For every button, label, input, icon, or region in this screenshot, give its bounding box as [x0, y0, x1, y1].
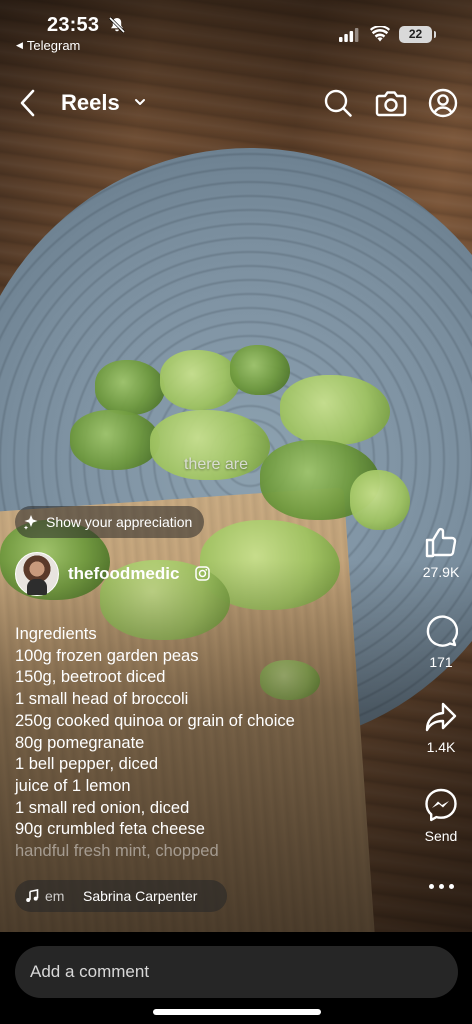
- share-icon: [425, 702, 457, 732]
- appreciation-label: Show your appreciation: [46, 514, 193, 530]
- broccoli-piece: [95, 360, 165, 415]
- description-line: 1 bell pepper, diced: [15, 755, 159, 774]
- description-line: Ingredients: [15, 625, 97, 643]
- messenger-icon: [425, 788, 457, 822]
- like-count: 27.9K: [422, 564, 460, 580]
- broccoli-piece: [160, 350, 240, 410]
- mute-icon: [108, 16, 126, 34]
- music-note-icon: [26, 889, 39, 902]
- description-line: handful fresh mint, chopped: [15, 842, 219, 861]
- broccoli-piece: [230, 345, 290, 395]
- broccoli-piece: [280, 375, 390, 445]
- broccoli-piece: [350, 470, 410, 530]
- show-appreciation-button[interactable]: Show your appreciation: [15, 506, 205, 538]
- send-label: Send: [424, 828, 458, 844]
- page-title[interactable]: Reels: [61, 90, 120, 116]
- like-button[interactable]: 27.9K: [411, 526, 471, 580]
- description-line: 150g, beetroot diced: [15, 668, 166, 687]
- more-icon[interactable]: [411, 876, 471, 896]
- home-indicator[interactable]: [153, 1009, 321, 1015]
- reel-description[interactable]: Ingredients 100g frozen garden peas 150g…: [15, 624, 375, 863]
- description-line: 100g frozen garden peas: [15, 646, 199, 665]
- description-line: 250g cooked quinoa or grain of choice: [15, 711, 295, 730]
- comment-input[interactable]: Add a comment: [15, 946, 458, 998]
- send-button[interactable]: Send: [411, 788, 471, 844]
- more-dot: [438, 883, 444, 889]
- chevron-down-icon[interactable]: [134, 97, 146, 107]
- username[interactable]: thefoodmedic: [68, 564, 179, 584]
- description-line: 90g crumbled feta cheese: [15, 820, 205, 839]
- more-dot: [448, 883, 454, 889]
- description-line: 1 small red onion, diced: [15, 798, 190, 817]
- comment-button[interactable]: 171: [411, 614, 471, 670]
- instagram-icon: [195, 566, 210, 581]
- music-attribution[interactable]: em Sabrina Carpenter: [15, 880, 227, 912]
- profile-icon[interactable]: [428, 88, 458, 118]
- battery-indicator: 22: [399, 26, 432, 43]
- status-time: 23:53: [47, 14, 100, 36]
- share-button[interactable]: 1.4K: [411, 701, 471, 755]
- battery-tip: [434, 31, 436, 38]
- wifi-icon: [370, 26, 390, 42]
- comment-count: 171: [429, 654, 453, 670]
- search-icon[interactable]: [323, 88, 353, 118]
- description-line: juice of 1 lemon: [15, 776, 131, 795]
- more-dot: [428, 883, 434, 889]
- share-count: 1.4K: [426, 739, 456, 755]
- camera-icon[interactable]: [375, 88, 407, 118]
- thumbs-up-icon: [425, 527, 457, 558]
- sparkle-icon: [23, 515, 38, 530]
- music-artist: Sabrina Carpenter: [83, 888, 198, 904]
- music-track: em: [45, 888, 65, 904]
- description-line: 80g pomegranate: [15, 733, 145, 752]
- description-line: 1 small head of broccoli: [15, 690, 189, 709]
- video-caption: there are: [183, 456, 249, 473]
- back-app-label: Telegram: [26, 38, 81, 53]
- back-icon[interactable]: [17, 88, 39, 118]
- back-to-app-link[interactable]: ◀ Telegram: [16, 38, 80, 53]
- comment-icon: [426, 615, 458, 647]
- back-triangle-icon: ◀: [16, 40, 23, 50]
- avatar[interactable]: [15, 552, 59, 596]
- signal-icon: [339, 28, 359, 42]
